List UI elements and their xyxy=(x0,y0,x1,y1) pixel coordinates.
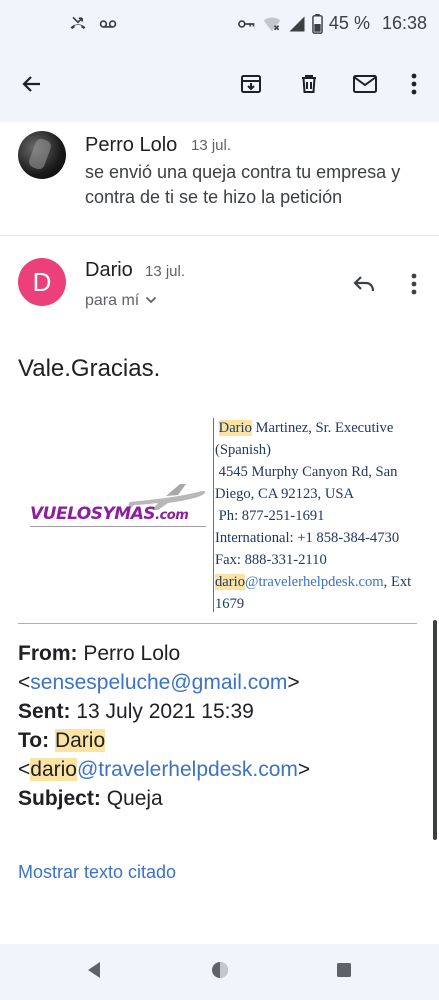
status-right: 45 % 16:38 xyxy=(236,13,427,34)
vpn-key-icon xyxy=(236,14,256,34)
more-vert-icon xyxy=(411,73,417,100)
signature-address-text: 4545 Murphy Canyon Rd, San Diego, CA 921… xyxy=(215,464,398,502)
back-button[interactable] xyxy=(14,68,50,104)
status-bar: 45 % 16:38 xyxy=(0,0,439,50)
subject-value: Queja xyxy=(106,787,163,810)
logo-suffix: .com xyxy=(155,508,189,523)
previous-message-date: 13 jul. xyxy=(191,137,232,154)
sender-avatar-letter: D xyxy=(18,258,66,306)
reply-button[interactable] xyxy=(348,270,380,302)
battery-level: 45 % xyxy=(328,13,370,33)
signature-email-line: dario@travelerhelpdesk.com, Ext 1679 xyxy=(215,571,427,615)
from-email-link[interactable]: sensespeluche@gmail.com xyxy=(30,671,287,694)
more-options-button[interactable] xyxy=(396,68,432,104)
sent-line: Sent: 13 July 2021 15:39 xyxy=(18,697,428,726)
subject-line: Subject: Queja xyxy=(18,784,428,813)
signature-phone-text: Ph: 877-251-1691 xyxy=(218,508,325,524)
delete-button[interactable] xyxy=(291,68,327,104)
from-email-line: <sensespeluche@gmail.com> xyxy=(18,671,300,694)
nav-back-button[interactable] xyxy=(80,958,108,986)
message-more-button[interactable] xyxy=(398,270,430,302)
nav-recents-button[interactable] xyxy=(330,958,358,986)
signature-name-line: Dario Martinez, Sr. Executive (Spanish) xyxy=(215,417,427,461)
signature-email-highlight: dario xyxy=(215,574,245,590)
wifi-off-icon xyxy=(262,14,282,34)
signal-icon xyxy=(288,14,306,34)
signature-divider xyxy=(213,418,214,612)
previous-sender-name: Perro Lolo xyxy=(85,134,178,156)
sender-name: Dario xyxy=(85,259,133,281)
subject-label: Subject: xyxy=(18,787,101,810)
sent-label: Sent: xyxy=(18,700,71,723)
system-nav-bar xyxy=(0,944,439,1000)
signature-email-link[interactable]: dario@travelerhelpdesk.com xyxy=(215,574,384,590)
to-label: To: xyxy=(18,729,50,752)
from-name: Perro Lolo xyxy=(83,642,181,665)
nav-home-button[interactable] xyxy=(206,958,234,986)
chevron-down-icon xyxy=(145,292,157,310)
clock: 16:38 xyxy=(381,13,427,33)
from-line: From: Perro Lolo xyxy=(18,639,428,668)
sent-value: 13 July 2021 15:39 xyxy=(76,700,254,723)
message-date: 13 jul. xyxy=(145,263,186,280)
signature-international: International: +1 858-384-4730 Fax: 888-… xyxy=(215,530,400,568)
archive-button[interactable] xyxy=(233,68,269,104)
signature-name-highlight: Dario xyxy=(218,420,252,436)
from-label: From: xyxy=(18,642,78,665)
recipient-details-toggle[interactable]: para mí xyxy=(85,292,157,310)
to-email-line: <dario@travelerhelpdesk.com> xyxy=(18,758,311,781)
nav-back-icon xyxy=(85,961,103,984)
mark-unread-icon xyxy=(352,72,378,101)
nav-recents-icon xyxy=(335,961,353,984)
more-vert-icon xyxy=(411,273,417,300)
signature-address: 4545 Murphy Canyon Rd, San Diego, CA 921… xyxy=(215,461,427,505)
reply-icon xyxy=(352,273,376,300)
company-logo: vuelosymas.com xyxy=(30,478,208,528)
scroll-indicator[interactable] xyxy=(433,620,437,840)
to-email-link[interactable]: dario@travelerhelpdesk.com xyxy=(30,758,298,781)
voicemail-icon xyxy=(98,14,118,39)
previous-message-snippet: se envió una queja contra tu empresa y c… xyxy=(85,162,401,207)
recipient-label: para mí xyxy=(85,292,140,309)
delete-icon xyxy=(297,72,321,101)
archive-icon xyxy=(239,72,263,101)
quote-separator xyxy=(18,623,417,624)
battery-icon xyxy=(312,13,323,34)
mark-unread-button[interactable] xyxy=(347,68,383,104)
status-left-icons xyxy=(68,14,118,39)
missed-call-icon xyxy=(68,14,88,39)
logo-wordmark: vuelosymas.com xyxy=(30,504,189,524)
show-quoted-text-link[interactable]: Mostrar texto citado xyxy=(18,862,176,883)
logo-underline xyxy=(30,526,206,527)
back-arrow-icon xyxy=(20,72,44,101)
sender-avatar-photo xyxy=(18,131,66,179)
toolbar xyxy=(0,50,439,122)
quoted-headers: From: Perro Lolo <sensespeluche@gmail.co… xyxy=(18,639,428,813)
message-body: Vale.Gracias. xyxy=(18,355,161,382)
logo-text: vuelosymas xyxy=(30,504,156,524)
to-email-highlight: dario xyxy=(30,758,77,781)
signature-phone: Ph: 877-251-1691 xyxy=(215,505,427,527)
nav-home-icon xyxy=(210,960,230,985)
to-name: Dario xyxy=(54,729,106,752)
signature-email-domain: @travelerhelpdesk.com xyxy=(245,574,384,590)
email-signature: Dario Martinez, Sr. Executive (Spanish) … xyxy=(215,417,427,615)
to-line: To: Dario xyxy=(18,726,428,755)
to-email-domain: @travelerhelpdesk.com xyxy=(76,758,298,781)
